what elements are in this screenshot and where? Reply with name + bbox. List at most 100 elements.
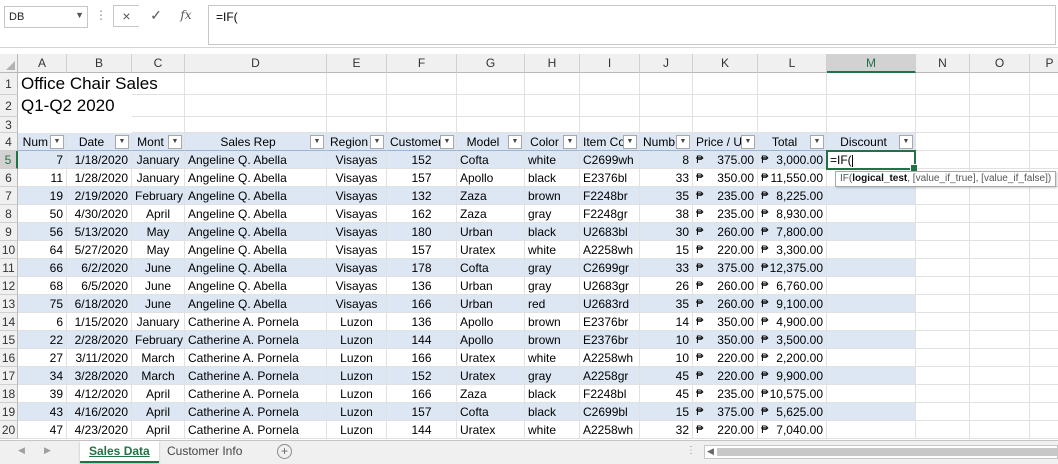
grid-cell[interactable]: [457, 95, 525, 117]
row-header-7[interactable]: 7: [0, 187, 18, 205]
grid-cell[interactable]: [1030, 95, 1058, 117]
table-cell[interactable]: 6/2/2020: [67, 259, 132, 277]
grid-cell[interactable]: [1030, 205, 1058, 223]
table-cell[interactable]: Visayas: [327, 205, 387, 223]
table-cell[interactable]: February: [132, 187, 185, 205]
table-cell[interactable]: 1/18/2020: [67, 151, 132, 169]
table-cell[interactable]: Urban: [457, 277, 525, 295]
table-cell[interactable]: Apollo: [457, 313, 525, 331]
filter-dropdown-icon[interactable]: ▼: [810, 135, 824, 149]
table-cell[interactable]: February: [132, 331, 185, 349]
table-cell[interactable]: 144: [387, 421, 457, 439]
grid-cell[interactable]: [132, 95, 185, 117]
grid-cell[interactable]: [1030, 385, 1058, 403]
grid-cell[interactable]: [970, 403, 1030, 421]
grid-cell[interactable]: [1030, 313, 1058, 331]
table-cell[interactable]: ₱ 350.00: [693, 169, 758, 187]
table-header-cell[interactable]: Mont ▼: [132, 133, 185, 151]
table-cell[interactable]: Luzon: [327, 385, 387, 403]
table-cell[interactable]: U2683gr: [580, 277, 640, 295]
table-cell[interactable]: 10: [640, 331, 693, 349]
table-cell[interactable]: ₱ 3,500.00: [758, 331, 827, 349]
filter-dropdown-icon[interactable]: ▼: [115, 135, 129, 149]
table-cell[interactable]: April: [132, 385, 185, 403]
table-cell[interactable]: March: [132, 349, 185, 367]
table-cell[interactable]: 39: [18, 385, 67, 403]
grid-cell[interactable]: [387, 117, 457, 133]
table-cell[interactable]: 6: [18, 313, 67, 331]
table-cell-discount[interactable]: [827, 331, 916, 349]
filter-dropdown-icon[interactable]: ▼: [508, 135, 522, 149]
column-header-j[interactable]: J: [640, 54, 693, 73]
table-cell[interactable]: 4/30/2020: [67, 205, 132, 223]
table-cell[interactable]: 11: [18, 169, 67, 187]
grid-cell[interactable]: [1030, 73, 1058, 95]
table-cell[interactable]: 152: [387, 367, 457, 385]
table-header-cell[interactable]: Numb ▼: [640, 133, 693, 151]
table-cell[interactable]: 56: [18, 223, 67, 241]
grid-cell[interactable]: [1030, 117, 1058, 133]
grid-cell[interactable]: [185, 117, 327, 133]
grid-cell[interactable]: [970, 349, 1030, 367]
grid-cell[interactable]: [580, 95, 640, 117]
table-cell[interactable]: ₱ 375.00: [693, 259, 758, 277]
table-cell[interactable]: 152: [387, 151, 457, 169]
column-header-i[interactable]: I: [580, 54, 640, 73]
scroll-left-icon[interactable]: ◀: [707, 446, 714, 457]
filter-dropdown-icon[interactable]: ▼: [623, 135, 637, 149]
table-cell[interactable]: 34: [18, 367, 67, 385]
table-cell[interactable]: April: [132, 205, 185, 223]
table-cell[interactable]: Cofta: [457, 259, 525, 277]
table-cell[interactable]: Apollo: [457, 169, 525, 187]
table-cell[interactable]: C2699wh: [580, 151, 640, 169]
tooltip-function-name[interactable]: IF(: [840, 173, 852, 184]
table-cell[interactable]: 14: [640, 313, 693, 331]
table-cell[interactable]: 1/15/2020: [67, 313, 132, 331]
grid-cell[interactable]: [916, 117, 970, 133]
table-cell[interactable]: 15: [640, 403, 693, 421]
table-cell-discount[interactable]: [827, 187, 916, 205]
grid-cell[interactable]: [758, 73, 827, 95]
grid-cell[interactable]: [1030, 259, 1058, 277]
table-header-cell[interactable]: Discount ▼: [827, 133, 916, 151]
table-cell[interactable]: 166: [387, 349, 457, 367]
table-cell[interactable]: April: [132, 421, 185, 439]
table-cell[interactable]: 3/28/2020: [67, 367, 132, 385]
grid-cell[interactable]: [1030, 241, 1058, 259]
grid-cell[interactable]: [457, 73, 525, 95]
grid-cell[interactable]: [185, 95, 327, 117]
table-cell[interactable]: A2258gr: [580, 367, 640, 385]
table-cell[interactable]: Angeline Q. Abella: [185, 295, 327, 313]
table-cell[interactable]: 3/11/2020: [67, 349, 132, 367]
table-cell[interactable]: ₱ 260.00: [693, 295, 758, 313]
grid-cell[interactable]: [970, 117, 1030, 133]
table-header-cell[interactable]: Num ▼: [18, 133, 67, 151]
table-cell[interactable]: Angeline Q. Abella: [185, 241, 327, 259]
table-cell[interactable]: 180: [387, 223, 457, 241]
grid-cell[interactable]: [916, 349, 970, 367]
table-cell[interactable]: Catherine A. Pornela: [185, 331, 327, 349]
grid-cell[interactable]: [387, 73, 457, 95]
table-cell[interactable]: 6/18/2020: [67, 295, 132, 313]
grid-cell[interactable]: [916, 313, 970, 331]
grid-cell[interactable]: [132, 117, 185, 133]
grid-cell[interactable]: [970, 277, 1030, 295]
column-header-k[interactable]: K: [693, 54, 758, 73]
column-header-p[interactable]: P: [1030, 54, 1058, 73]
column-header-l[interactable]: L: [758, 54, 827, 73]
table-cell[interactable]: 30: [640, 223, 693, 241]
table-cell[interactable]: black: [525, 403, 580, 421]
filter-dropdown-icon[interactable]: ▼: [168, 135, 182, 149]
table-cell[interactable]: F2248bl: [580, 385, 640, 403]
grid-cell[interactable]: [1030, 421, 1058, 439]
table-cell[interactable]: ₱ 12,375.00: [758, 259, 827, 277]
table-header-cell[interactable]: Sales Rep ▼: [185, 133, 327, 151]
row-header-9[interactable]: 9: [0, 223, 18, 241]
table-cell[interactable]: 50: [18, 205, 67, 223]
column-header-a[interactable]: A: [18, 54, 67, 73]
row-header-20[interactable]: 20: [0, 421, 18, 439]
table-cell[interactable]: 10: [640, 349, 693, 367]
table-cell[interactable]: ₱ 11,550.00: [758, 169, 827, 187]
table-cell[interactable]: Angeline Q. Abella: [185, 223, 327, 241]
tooltip-remaining-args[interactable]: , [value_if_true], [value_if_false]): [907, 173, 1051, 184]
